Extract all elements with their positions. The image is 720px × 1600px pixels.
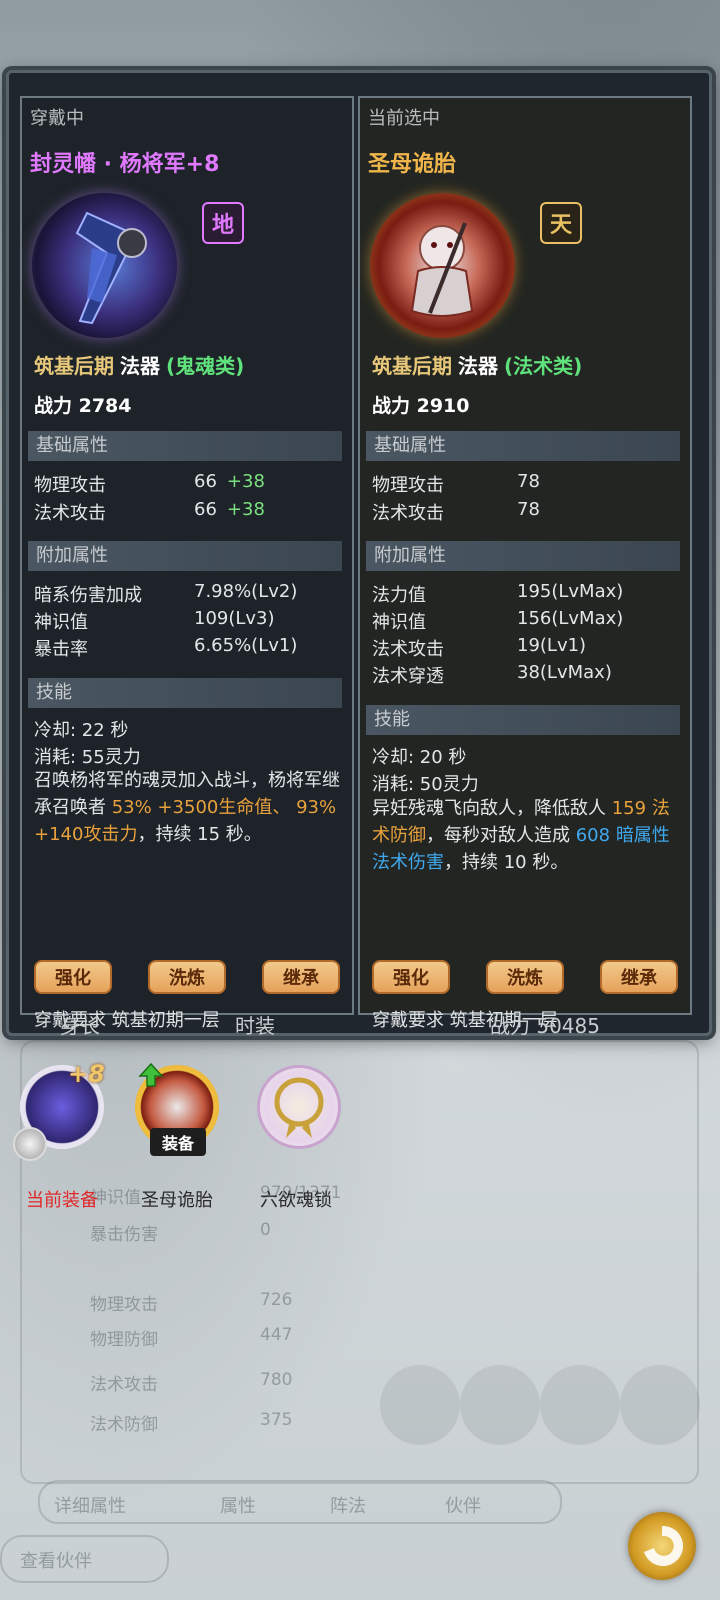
- stat-bonus: +38: [226, 471, 265, 492]
- slot-label: 圣母诡胎: [141, 1190, 213, 1211]
- bg-skill-slot: [540, 1365, 620, 1445]
- realm-text: 筑基后期: [34, 354, 114, 378]
- stat-label: 法力值: [372, 585, 426, 606]
- slot-label: 当前装备: [26, 1190, 98, 1211]
- band-label: 身长: [60, 1014, 100, 1038]
- stat-label: 暗系伤害加成: [34, 585, 142, 606]
- bg-stat-value: 375: [260, 1410, 293, 1430]
- bg-tab-bar: 详细属性 属性 阵法 伙伴: [38, 1480, 562, 1524]
- stat-label: 物理攻击: [372, 475, 444, 496]
- chain-icon: [274, 1077, 324, 1138]
- bg-stat-value: 0: [260, 1220, 271, 1240]
- stat-label: 神识值: [372, 612, 426, 633]
- stat-bonus: +38: [226, 499, 265, 520]
- selected-item-panel: 当前选中 圣母诡胎 天 筑基后期 法器 (法术类) 战力 2910 基础属性 物理攻…: [358, 96, 692, 1031]
- stat-label: 物理攻击: [34, 475, 106, 496]
- power-value: 战力 2910: [372, 395, 470, 417]
- slot-label: 六欲魂锁: [260, 1190, 332, 1211]
- band-power: 战力 50485: [490, 1014, 600, 1038]
- item-realm-line: 筑基后期 法器 (鬼魂类): [34, 350, 244, 379]
- equip-tag[interactable]: 装备: [150, 1128, 206, 1156]
- item-name: 封灵幡 · 杨将军+8: [30, 152, 220, 177]
- category-text: (法术类): [504, 354, 583, 378]
- section-skill: 技能: [28, 678, 342, 708]
- skill-cooldown: 冷却: 22 秒: [34, 720, 129, 741]
- stat-value: 109(Lv3): [194, 608, 275, 629]
- bg-skill-slot: [380, 1365, 460, 1445]
- bg-stat-value: 726: [260, 1290, 293, 1310]
- power-value: 战力 2784: [34, 395, 132, 417]
- stat-value: 78: [517, 499, 540, 520]
- bg-stat-label: 物理攻击: [90, 1295, 158, 1315]
- stat-value: 66 +38: [194, 471, 265, 492]
- character-avatar: [13, 1127, 47, 1161]
- stat-label: 暴击率: [34, 639, 88, 660]
- item-icon-banner: [32, 193, 177, 338]
- grade-badge: 地: [202, 202, 244, 244]
- bg-stat-label: 法术攻击: [90, 1375, 158, 1395]
- enhance-button[interactable]: 强化: [372, 960, 450, 994]
- inherit-button[interactable]: 继承: [262, 960, 340, 994]
- bg-stat-value: 780: [260, 1370, 293, 1390]
- bg-skill-slot: [620, 1365, 700, 1445]
- swirl-icon: [644, 1525, 684, 1566]
- enhance-level-badge: +8: [68, 1060, 105, 1088]
- bg-tab: 详细属性: [54, 1496, 126, 1517]
- return-button[interactable]: [628, 1512, 696, 1580]
- section-extra-attributes: 附加属性: [28, 541, 342, 571]
- slot-item-chain[interactable]: [257, 1065, 341, 1149]
- bg-tab: 属性: [220, 1496, 256, 1517]
- equipped-item-panel: 穿戴中 封灵幡 · 杨将军+8 地 筑基后期 法器 (鬼魂类) 战力 2784 基础…: [20, 96, 354, 1031]
- section-skill: 技能: [366, 705, 680, 735]
- stat-label: 法术穿透: [372, 666, 444, 687]
- upgrade-arrow-icon: [138, 1062, 164, 1087]
- refine-button[interactable]: 洗炼: [486, 960, 564, 994]
- bg-stat-label: 法术防御: [90, 1415, 158, 1435]
- bg-bottom-label: 查看伙伴: [20, 1551, 92, 1572]
- panel-tag: 穿戴中: [30, 108, 84, 129]
- bg-bottom-button: 查看伙伴: [0, 1535, 169, 1583]
- skill-cooldown: 冷却: 20 秒: [372, 747, 467, 768]
- stat-label: 神识值: [34, 612, 88, 633]
- category-text: (鬼魂类): [166, 354, 245, 378]
- stat-value: 78: [517, 471, 540, 492]
- realm-text: 筑基后期: [372, 354, 452, 378]
- inherit-button[interactable]: 继承: [600, 960, 678, 994]
- banner-icon: [75, 211, 147, 325]
- kind-text: 法器: [120, 354, 160, 378]
- skill-description: 异妊残魂飞向敌人，降低敌人 159 法术防御，每秒对敌人造成 608 暗属性法术…: [372, 798, 670, 873]
- bg-stat-label: 暴击伤害: [90, 1225, 158, 1245]
- stat-value: 195(LvMax): [517, 581, 624, 602]
- item-realm-line: 筑基后期 法器 (法术类): [372, 350, 582, 379]
- refine-button[interactable]: 洗炼: [148, 960, 226, 994]
- stat-value: 66 +38: [194, 499, 265, 520]
- bg-tab: 伙伴: [445, 1496, 481, 1517]
- enhance-button[interactable]: 强化: [34, 960, 112, 994]
- stat-value: 19(Lv1): [517, 635, 587, 656]
- section-extra-attributes: 附加属性: [366, 541, 680, 571]
- skill-cost: 消耗: 55灵力: [34, 747, 141, 768]
- bg-tab: 阵法: [330, 1496, 366, 1517]
- stat-label: 法术攻击: [372, 503, 444, 524]
- bg-stat-label: 物理防御: [90, 1330, 158, 1350]
- stat-label: 法术攻击: [34, 503, 106, 524]
- section-base-attributes: 基础属性: [366, 431, 680, 461]
- kind-text: 法器: [458, 354, 498, 378]
- bg-skill-slot: [460, 1365, 540, 1445]
- item-name: 圣母诡胎: [368, 152, 457, 177]
- panel-tag: 当前选中: [368, 108, 440, 129]
- bg-stat-value: 447: [260, 1325, 293, 1345]
- stat-value: 6.65%(Lv1): [194, 635, 298, 656]
- item-icon-doll: [370, 193, 515, 338]
- section-base-attributes: 基础属性: [28, 431, 342, 461]
- stat-value: 7.98%(Lv2): [194, 581, 298, 602]
- stat-value: 38(LvMax): [517, 662, 612, 683]
- doll-icon: [410, 222, 474, 317]
- skill-cost: 消耗: 50灵力: [372, 774, 479, 795]
- grade-badge: 天: [540, 202, 582, 244]
- skill-description: 召唤杨将军的魂灵加入战斗，杨将军继承召唤者 53% +3500生命值、 93% …: [34, 770, 340, 845]
- band-label: 时装: [235, 1014, 275, 1038]
- stat-value: 156(LvMax): [517, 608, 624, 629]
- stat-label: 法术攻击: [372, 639, 444, 660]
